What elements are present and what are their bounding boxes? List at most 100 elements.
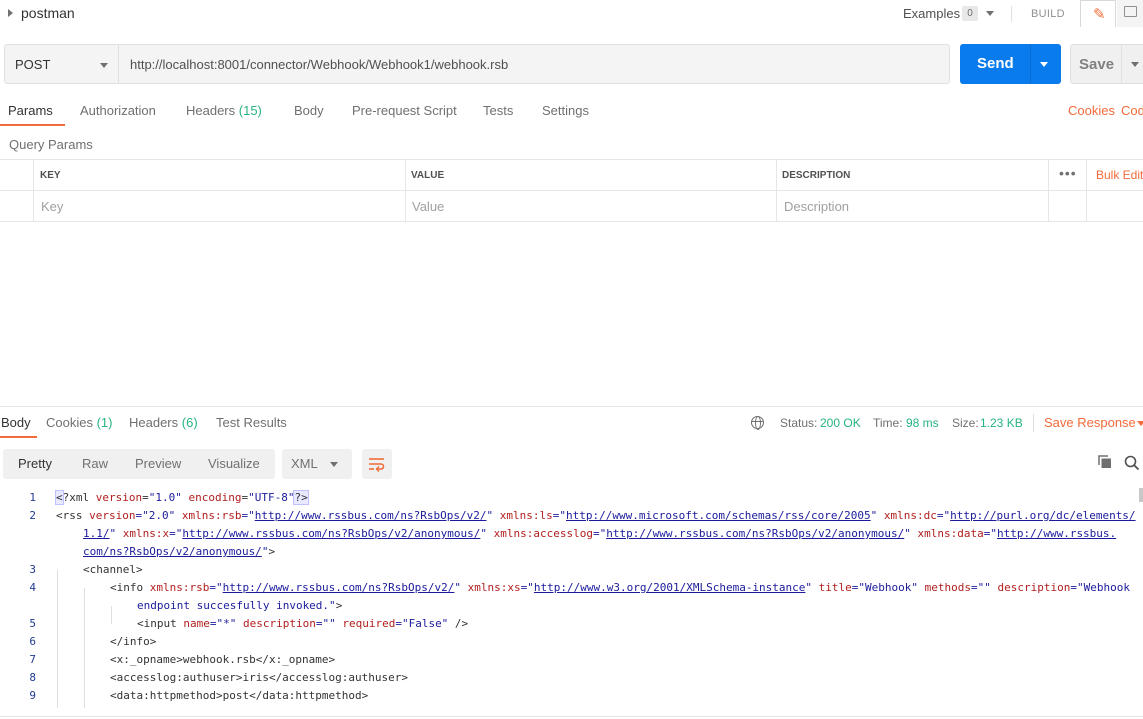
- status-label: Status:: [780, 416, 818, 430]
- tab-response-cookies[interactable]: Cookies (1): [46, 415, 112, 430]
- value-input[interactable]: Value: [412, 199, 444, 214]
- collection-name[interactable]: postman: [21, 5, 75, 21]
- examples-count-badge: 0: [962, 6, 978, 21]
- top-bar: postman Examples 0 BUILD ✎: [0, 0, 1143, 28]
- method-select[interactable]: POST: [4, 44, 119, 84]
- size-label: Size:: [952, 416, 979, 430]
- indent-guide: [84, 588, 85, 708]
- indent-guide: [111, 606, 112, 624]
- code-line: <info xmlns:rsb="http://www.rssbus.com/n…: [110, 581, 1130, 594]
- active-tab-indicator: [0, 436, 37, 438]
- line-number: 4: [29, 581, 36, 594]
- column-header-key: KEY: [40, 170, 61, 181]
- method-label: POST: [15, 57, 51, 72]
- column-header-description: DESCRIPTION: [782, 170, 851, 181]
- pretty-button[interactable]: Pretty: [18, 456, 52, 471]
- url-input[interactable]: http://localhost:8001/connector/Webhook/…: [118, 44, 950, 84]
- tab-response-headers[interactable]: Headers (6): [129, 415, 198, 430]
- code-line: </info>: [110, 635, 157, 648]
- wrap-icon: [369, 458, 385, 472]
- bulk-edit-link[interactable]: Bulk Edit: [1096, 168, 1143, 182]
- copy-icon[interactable]: [1098, 455, 1112, 469]
- send-button[interactable]: Send: [960, 44, 1061, 84]
- active-tab-indicator: [0, 124, 65, 126]
- examples-dropdown-label[interactable]: Examples: [903, 6, 960, 21]
- divider: [0, 221, 1143, 222]
- scrollbar[interactable]: [1139, 488, 1143, 502]
- line-number: 7: [29, 653, 36, 666]
- language-select[interactable]: XML: [282, 449, 352, 479]
- tab-prerequest-script[interactable]: Pre-request Script: [352, 103, 457, 118]
- tab-params[interactable]: Params: [8, 103, 53, 118]
- chevron-down-icon[interactable]: [1131, 62, 1139, 67]
- raw-button[interactable]: Raw: [82, 456, 108, 471]
- time-value: 98 ms: [906, 416, 939, 430]
- tab-body[interactable]: Body: [294, 103, 324, 118]
- divider: [1121, 45, 1122, 83]
- code-line: <rss version="2.0" xmlns:rsb="http://www…: [56, 509, 1136, 522]
- divider: [1086, 159, 1087, 221]
- code-line: <input name="*" description="" required=…: [137, 617, 469, 630]
- chevron-down-icon[interactable]: [1137, 421, 1143, 426]
- tab-settings[interactable]: Settings: [542, 103, 589, 118]
- key-input[interactable]: Key: [41, 199, 63, 214]
- tab-response-body[interactable]: Body: [1, 415, 31, 430]
- search-icon[interactable]: [1124, 455, 1140, 471]
- cookies-link[interactable]: Cookies: [1068, 103, 1115, 118]
- code-line: <channel>: [83, 563, 143, 576]
- tab-headers-label: Headers: [186, 103, 236, 118]
- tab-tests[interactable]: Tests: [483, 103, 513, 118]
- response-body-editor[interactable]: 1 2 3 4 5 6 7 8 9 <?xml version="1.0" en…: [0, 488, 1143, 708]
- divider: [1033, 414, 1034, 432]
- description-input[interactable]: Description: [784, 199, 849, 214]
- divider: [1011, 6, 1012, 22]
- code-line: com/ns?RsbOps/v2/anonymous/">: [83, 545, 276, 558]
- collapse-arrow-icon[interactable]: [8, 9, 13, 17]
- preview-button[interactable]: Preview: [135, 456, 181, 471]
- more-options-icon[interactable]: •••: [1059, 165, 1077, 181]
- line-number: 2: [29, 509, 36, 522]
- tab-headers-label: Headers: [129, 415, 179, 430]
- line-number: 5: [29, 617, 36, 630]
- divider: [33, 159, 34, 221]
- save-response-button[interactable]: Save Response: [1044, 415, 1136, 430]
- divider: [0, 716, 1143, 717]
- chevron-down-icon[interactable]: [986, 11, 994, 16]
- chevron-down-icon[interactable]: [1040, 62, 1048, 67]
- line-number: 1: [29, 491, 36, 504]
- divider: [0, 159, 1143, 160]
- divider: [0, 406, 1143, 407]
- wrap-lines-button[interactable]: [362, 449, 392, 479]
- language-label: XML: [291, 456, 318, 471]
- save-label: Save: [1079, 56, 1115, 73]
- status-value: 200 OK: [820, 416, 861, 430]
- code-link[interactable]: Cod: [1121, 103, 1143, 118]
- code-line: <accesslog:authuser>iris</accesslog:auth…: [110, 671, 409, 684]
- url-text: http://localhost:8001/connector/Webhook/…: [130, 57, 509, 72]
- tab-test-results[interactable]: Test Results: [216, 415, 287, 430]
- save-button[interactable]: Save: [1070, 44, 1143, 84]
- code-line: 1.1/" xmlns:x="http://www.rssbus.com/ns?…: [83, 527, 1117, 540]
- headers-count: (15): [238, 103, 262, 118]
- divider: [0, 190, 1143, 191]
- section-title: Query Params: [9, 137, 93, 152]
- indent-guide: [57, 570, 58, 708]
- pencil-icon: ✎: [1093, 6, 1106, 23]
- cookies-count: (1): [96, 415, 113, 430]
- code-line: <x:_opname>webhook.rsb</x:_opname>: [110, 653, 336, 666]
- headers-count: (6): [181, 415, 198, 430]
- line-number: 3: [29, 563, 36, 576]
- visualize-button[interactable]: Visualize: [208, 456, 260, 471]
- divider: [405, 159, 406, 221]
- tab-authorization[interactable]: Authorization: [80, 103, 156, 118]
- comment-icon: [1124, 6, 1137, 17]
- build-mode-button[interactable]: BUILD: [1031, 8, 1065, 20]
- code-line: <data:httpmethod>post</data:httpmethod>: [110, 689, 369, 702]
- time-label: Time:: [873, 416, 903, 430]
- globe-icon[interactable]: [751, 416, 764, 430]
- divider: [1030, 44, 1031, 84]
- send-label: Send: [977, 55, 1014, 72]
- divider: [776, 159, 777, 221]
- chevron-down-icon: [100, 63, 108, 68]
- tab-headers[interactable]: Headers (15): [186, 103, 262, 118]
